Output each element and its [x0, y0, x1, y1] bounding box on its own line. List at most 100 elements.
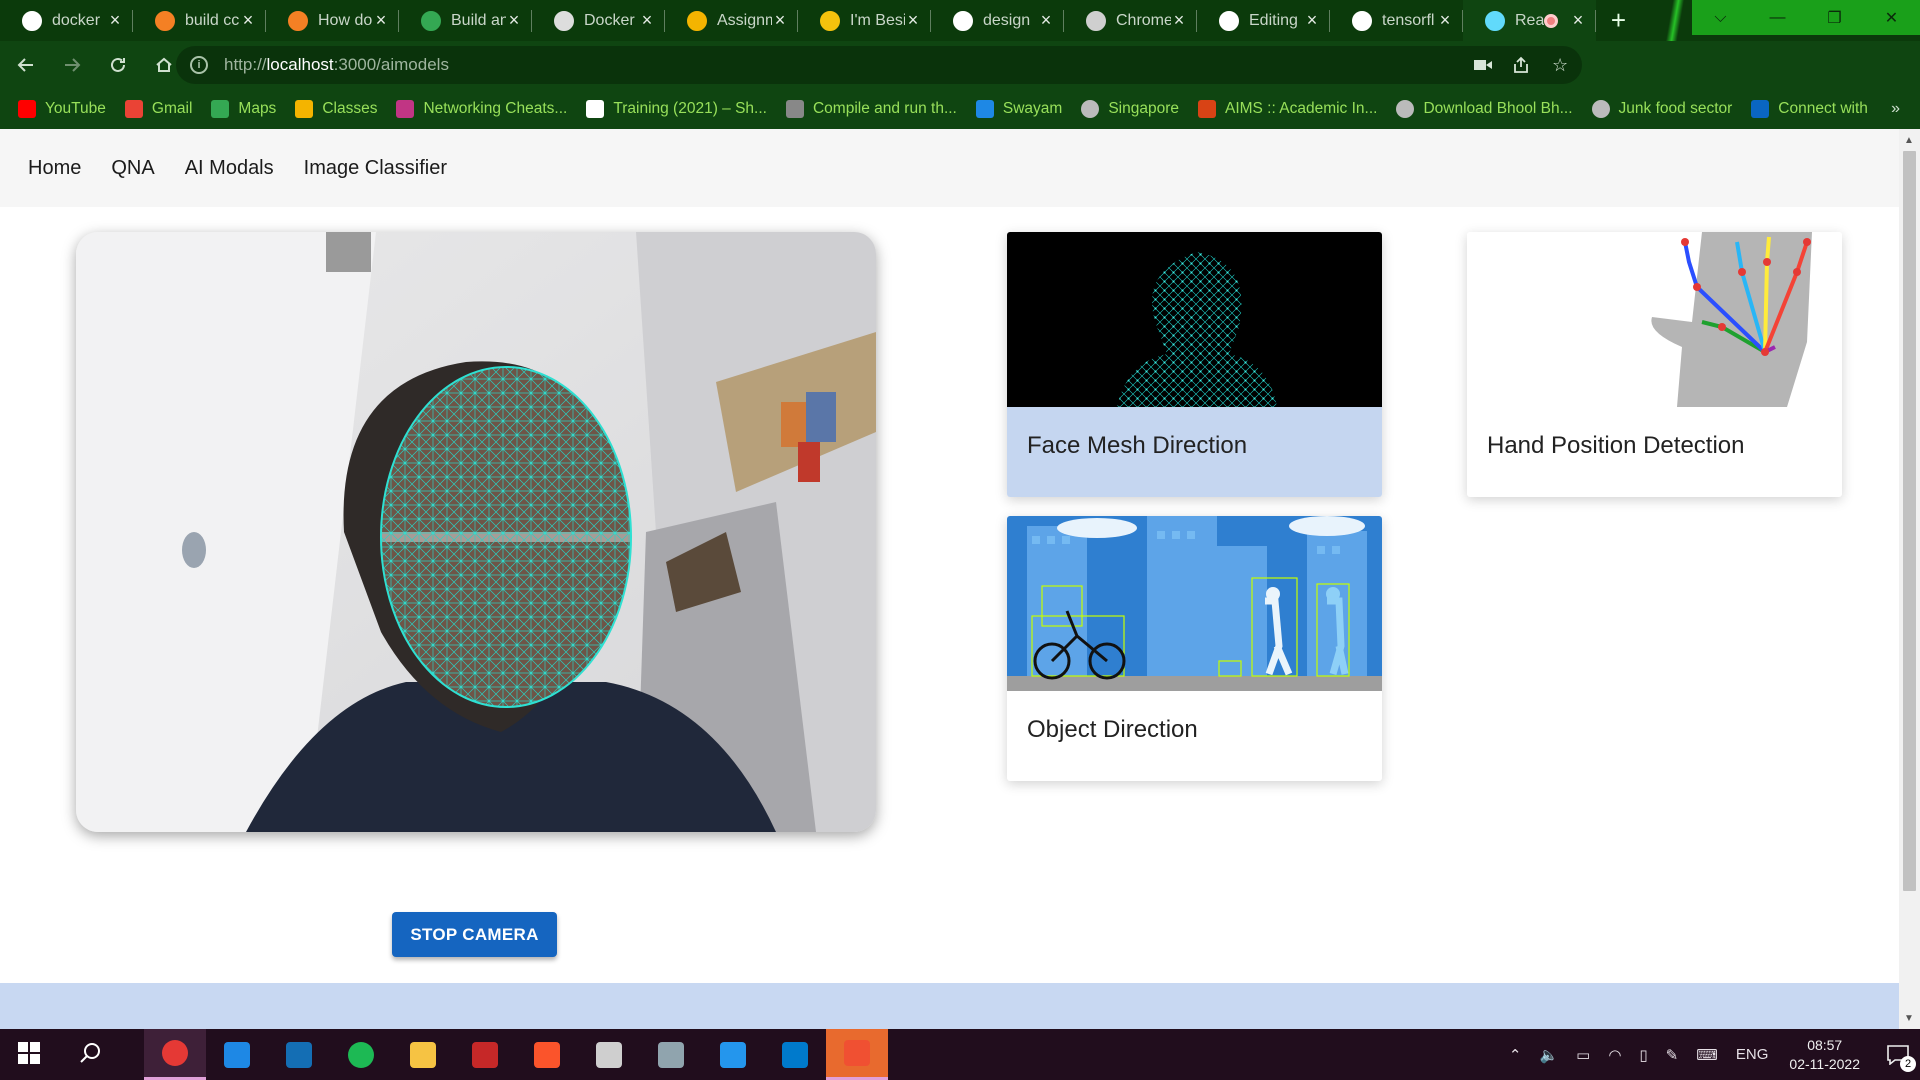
- nav-image-classifier[interactable]: Image Classifier: [304, 157, 447, 180]
- vscode-icon[interactable]: [764, 1029, 826, 1080]
- meet-icon[interactable]: ▯: [1639, 1046, 1647, 1064]
- bookmark-item[interactable]: Singapore: [1081, 100, 1179, 118]
- browser-tab[interactable]: tensorfl ×: [1330, 0, 1463, 41]
- docker-icon[interactable]: [702, 1029, 764, 1080]
- nav-home[interactable]: Home: [28, 157, 81, 180]
- spotify-icon[interactable]: [330, 1029, 392, 1080]
- share-icon[interactable]: [1512, 46, 1530, 84]
- battery-icon[interactable]: ▭: [1576, 1046, 1590, 1064]
- back-arrow-icon: [17, 58, 33, 72]
- terminal-icon[interactable]: [578, 1029, 640, 1080]
- bookmark-item[interactable]: YouTube: [18, 100, 106, 118]
- bookmark-label: Swayam: [1002, 100, 1063, 117]
- scroll-up-arrow-icon[interactable]: ▲: [1904, 135, 1914, 146]
- browser-tab[interactable]: docker ×: [0, 0, 133, 41]
- volume-icon[interactable]: 🔈: [1539, 1046, 1558, 1064]
- scrollbar-thumb[interactable]: [1903, 151, 1916, 891]
- chrome-icon[interactable]: [144, 1029, 206, 1080]
- tab-strip: docker × build cc × How do × Build an × Docker × A…: [0, 0, 1920, 41]
- cc-icon: [785, 100, 804, 118]
- camera-in-use-icon[interactable]: [1474, 46, 1492, 84]
- close-tab-icon[interactable]: ×: [506, 10, 522, 31]
- reload-button[interactable]: [98, 45, 138, 85]
- close-tab-icon[interactable]: ×: [1038, 10, 1054, 31]
- bookmark-label: Singapore: [1108, 100, 1179, 117]
- close-tab-icon[interactable]: ×: [1437, 10, 1453, 31]
- close-tab-icon[interactable]: ×: [373, 10, 389, 31]
- close-tab-icon[interactable]: ×: [1171, 10, 1187, 31]
- windows-start-icon[interactable]: [0, 1029, 62, 1080]
- scroll-down-arrow-icon[interactable]: ▼: [1904, 1013, 1914, 1024]
- git-icon[interactable]: [826, 1029, 888, 1080]
- bookmark-item[interactable]: Networking Cheats...: [396, 100, 567, 118]
- bookmark-item[interactable]: AIMS :: Academic In...: [1197, 100, 1377, 118]
- face-mesh-card[interactable]: Face Mesh Direction: [1007, 232, 1382, 497]
- bookmark-item[interactable]: Training (2021) – Sh...: [586, 100, 767, 118]
- l-app-icon[interactable]: [206, 1029, 268, 1080]
- nav-qna[interactable]: QNA: [111, 157, 154, 180]
- bookmark-item[interactable]: Download Bhool Bh...: [1396, 100, 1573, 118]
- browser-tab[interactable]: Docker ×: [532, 0, 665, 41]
- browser-tab[interactable]: How do ×: [266, 0, 399, 41]
- browser-tab[interactable]: build cc ×: [133, 0, 266, 41]
- document-icon: [421, 10, 441, 31]
- search-icon[interactable]: [62, 1029, 124, 1080]
- bookmark-item[interactable]: Maps: [211, 100, 276, 118]
- browser-tab[interactable]: I'm Besi ×: [798, 0, 931, 41]
- bookmark-item[interactable]: Compile and run th...: [785, 100, 957, 118]
- globe-icon: [1396, 100, 1415, 118]
- youtube-icon: [18, 100, 36, 118]
- bookmark-item[interactable]: Swayam: [975, 100, 1063, 118]
- bookmark-star-icon[interactable]: ☆: [1552, 46, 1568, 84]
- photos-icon[interactable]: [640, 1029, 702, 1080]
- hand-detection-card[interactable]: Hand Position Detection: [1467, 232, 1842, 497]
- brave-icon-glyph: [534, 1041, 560, 1068]
- forward-button[interactable]: [52, 45, 92, 85]
- browser-tab[interactable]: design ×: [931, 0, 1064, 41]
- reload-icon: [111, 57, 125, 72]
- pen-icon[interactable]: ✎: [1666, 1046, 1679, 1064]
- mcafee-icon[interactable]: [454, 1029, 516, 1080]
- close-tab-icon[interactable]: ×: [905, 10, 921, 31]
- close-tab-icon[interactable]: ×: [107, 10, 123, 31]
- file-explorer-icon[interactable]: [392, 1029, 454, 1080]
- site-info-icon[interactable]: i: [190, 56, 208, 74]
- tab-search-button[interactable]: ⌵: [1692, 0, 1749, 35]
- browser-tab[interactable]: Build an ×: [399, 0, 532, 41]
- bookmark-item[interactable]: Gmail: [124, 100, 192, 118]
- network-icon: [396, 100, 415, 118]
- close-window-button[interactable]: ✕: [1863, 0, 1920, 35]
- language-indicator[interactable]: ENG: [1736, 1046, 1769, 1063]
- bookmark-item[interactable]: Classes: [295, 100, 377, 118]
- tray-overflow-icon[interactable]: ⌃: [1509, 1046, 1522, 1064]
- close-tab-icon[interactable]: ×: [1304, 10, 1320, 31]
- wifi-icon[interactable]: ◠: [1608, 1046, 1621, 1064]
- taskbar-clock[interactable]: 08:57 02-11-2022: [1789, 1036, 1860, 1074]
- minimize-button[interactable]: —: [1749, 0, 1806, 35]
- page-scrollbar[interactable]: ▲ ▼: [1899, 129, 1920, 1029]
- close-tab-icon[interactable]: ×: [1570, 10, 1586, 31]
- restore-button[interactable]: ❐: [1806, 0, 1863, 35]
- browser-tab[interactable]: Editing ×: [1197, 0, 1330, 41]
- brave-icon[interactable]: [516, 1029, 578, 1080]
- bookmark-item[interactable]: Connect with: [1751, 100, 1868, 118]
- back-button[interactable]: [6, 45, 46, 85]
- stop-camera-button[interactable]: STOP CAMERA: [392, 912, 557, 957]
- prime-video-icon[interactable]: [268, 1029, 330, 1080]
- browser-tab[interactable]: Chrome ×: [1064, 0, 1197, 41]
- object-detection-card[interactable]: Object Direction: [1007, 516, 1382, 781]
- notification-center-icon[interactable]: 2: [1876, 1029, 1920, 1080]
- close-tab-icon[interactable]: ×: [240, 10, 256, 31]
- browser-tab[interactable]: Assignm ×: [665, 0, 798, 41]
- new-tab-button[interactable]: +: [1596, 0, 1641, 41]
- keyboard-icon[interactable]: ⌨: [1696, 1046, 1718, 1064]
- web-page: Home QNA AI Modals Image Classifier STOP…: [0, 129, 1920, 1029]
- close-tab-icon[interactable]: ×: [639, 10, 655, 31]
- prime-video-icon-glyph: [286, 1041, 312, 1068]
- close-tab-icon[interactable]: ×: [772, 10, 788, 31]
- bookmark-item[interactable]: Junk food sector: [1591, 100, 1732, 118]
- nav-ai-modals[interactable]: AI Modals: [185, 157, 274, 180]
- address-bar[interactable]: i http://localhost:3000/aimodels ☆: [176, 46, 1582, 84]
- more-bookmarks-button[interactable]: »: [1891, 100, 1900, 118]
- browser-tab[interactable]: Rea ×: [1463, 0, 1596, 41]
